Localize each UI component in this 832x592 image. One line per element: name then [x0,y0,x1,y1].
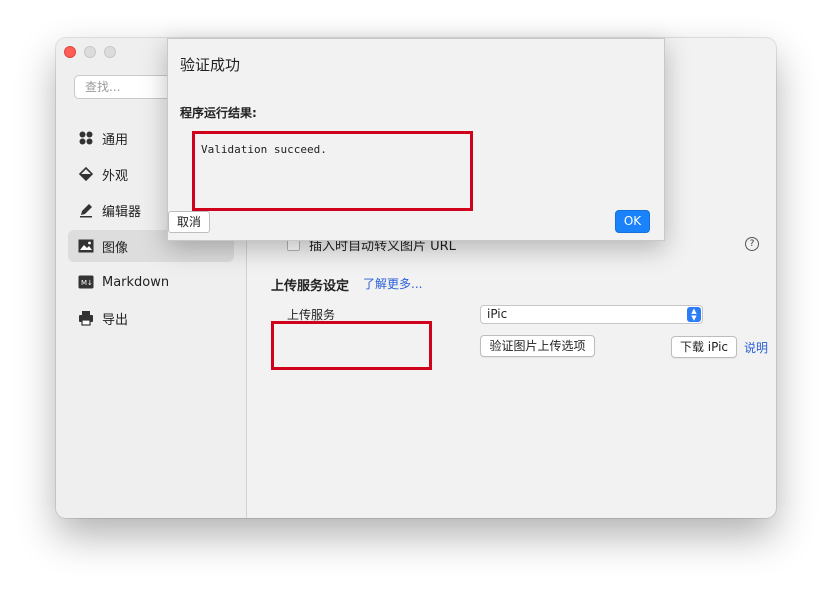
upload-service-select[interactable]: iPic ▲ ▼ [480,305,703,324]
sidebar-item-label: 通用 [102,132,129,148]
window-controls [64,46,116,58]
sidebar-item-export[interactable]: 导出 [68,302,234,334]
dialog-ok-button[interactable]: OK [615,210,650,233]
dialog-result-label: 程序运行结果: [180,106,257,120]
image-icon [78,238,94,254]
highlight-box-validate [271,321,432,370]
dialog-cancel-button[interactable]: 取消 [168,211,210,233]
sidebar-item-label: 外观 [102,168,129,184]
zoom-window-button[interactable] [104,46,116,58]
sidebar-item-markdown[interactable]: M↓ Markdown [68,266,234,298]
printer-icon [78,310,94,326]
close-window-button[interactable] [64,46,76,58]
help-icon[interactable]: ? [745,237,759,251]
select-arrows-icon: ▲ ▼ [687,307,701,322]
learn-more-link[interactable]: 了解更多... [363,275,422,292]
paint-bucket-icon [78,166,94,182]
upload-service-value: iPic [487,307,508,321]
minimize-window-button[interactable] [84,46,96,58]
explain-link[interactable]: 说明 [744,339,768,356]
markdown-icon: M↓ [78,274,94,290]
validate-upload-button[interactable]: 验证图片上传选项 [480,335,595,357]
pencil-icon [78,202,94,218]
highlight-box-result [192,131,473,211]
sidebar-item-label: 图像 [102,240,129,256]
upload-section-title: 上传服务设定 [271,279,350,294]
dialog-title: 验证成功 [180,56,241,74]
sidebar-item-label: Markdown [102,274,170,290]
sidebar-item-label: 编辑器 [102,204,142,220]
sidebar-item-label: 导出 [102,312,129,328]
svg-text:M↓: M↓ [81,279,93,287]
grid-icon [78,130,94,146]
download-ipic-button[interactable]: 下载 iPic [671,336,737,358]
